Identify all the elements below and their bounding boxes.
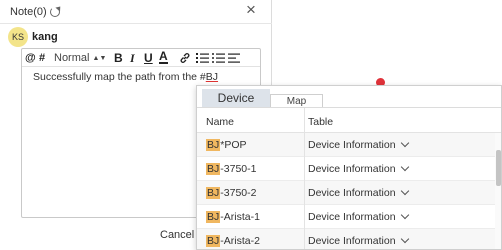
chevron-down-icon [400, 234, 409, 244]
match-highlight: BJ [206, 187, 221, 199]
column-table-header: Table [308, 116, 334, 128]
mention-user-button[interactable]: @ [25, 51, 36, 65]
mention-object-button[interactable]: # [39, 51, 45, 65]
cancel-button[interactable]: Cancel [160, 229, 194, 241]
table-value: Device Information [308, 163, 396, 175]
table-value: Device Information [308, 235, 396, 247]
device-name-rest: -3750-2 [220, 187, 257, 199]
text-color-button[interactable]: A [159, 50, 168, 64]
table-header: Name Table [197, 108, 501, 133]
ordered-list-icon[interactable] [196, 52, 209, 64]
mention-query: BJ [205, 71, 219, 83]
editor-text: Successfully map the path from the # [33, 71, 206, 83]
column-divider [304, 229, 305, 249]
user-name: kang [32, 31, 58, 43]
column-divider [304, 133, 305, 157]
table-select[interactable]: Device Information [308, 138, 409, 151]
match-highlight: BJ [206, 139, 221, 151]
table-row[interactable]: BJ*POP Device Information [197, 133, 501, 157]
table-row[interactable]: BJ-Arista-1 Device Information [197, 205, 501, 229]
table-row[interactable]: BJ-3750-1 Device Information [197, 157, 501, 181]
device-name: BJ-Arista-2 [206, 235, 260, 247]
column-divider [304, 108, 305, 133]
font-size-label: Normal [54, 52, 90, 64]
font-size-select[interactable]: Normal ▲▼ [54, 51, 106, 66]
table-select[interactable]: Device Information [308, 186, 409, 199]
column-divider [304, 205, 305, 229]
underline-button[interactable]: U [144, 51, 153, 65]
table-select[interactable]: Device Information [308, 162, 409, 175]
device-name-rest: -Arista-1 [220, 211, 260, 223]
close-icon[interactable]: × [246, 1, 256, 19]
table-row[interactable]: BJ-3750-2 Device Information [197, 181, 501, 205]
table-value: Device Information [308, 187, 396, 199]
table-select[interactable]: Device Information [308, 234, 409, 247]
updown-icon: ▲▼ [92, 55, 107, 62]
device-name: BJ*POP [206, 139, 247, 151]
device-name: BJ-3750-2 [206, 187, 256, 199]
device-name: BJ-3750-1 [206, 163, 256, 175]
note-header: Note(0) × [0, 0, 272, 24]
column-divider [304, 157, 305, 181]
match-highlight: BJ [206, 235, 221, 247]
mention-dropdown: Device Map Name Table BJ*POP Device Info… [196, 85, 502, 250]
column-name-header: Name [206, 116, 235, 128]
chevron-down-icon [400, 138, 409, 148]
table-value: Device Information [308, 139, 396, 151]
match-highlight: BJ [206, 163, 221, 175]
table-row[interactable]: BJ-Arista-2 Device Information [197, 229, 501, 249]
bullet-list-icon[interactable] [212, 52, 225, 64]
chevron-down-icon [400, 186, 409, 196]
table-body: BJ*POP Device Information BJ-3750-1 Devi… [197, 133, 501, 249]
scrollbar-thumb[interactable] [496, 150, 501, 186]
link-icon[interactable] [179, 52, 191, 64]
editor-toolbar: @ # Normal ▲▼ B I U A [22, 49, 260, 67]
table-value: Device Information [308, 211, 396, 223]
device-name-rest: *POP [220, 139, 247, 151]
mention-tabs: Device Map [197, 86, 501, 108]
refresh-icon[interactable] [50, 7, 60, 17]
table-select[interactable]: Device Information [308, 210, 409, 223]
tab-device[interactable]: Device [202, 89, 270, 108]
match-highlight: BJ [206, 211, 221, 223]
column-divider [304, 181, 305, 205]
italic-button[interactable]: I [130, 51, 135, 65]
chevron-down-icon [400, 162, 409, 172]
device-name-rest: -Arista-2 [220, 235, 260, 247]
bold-button[interactable]: B [114, 51, 123, 65]
note-title: Note(0) [10, 6, 47, 18]
avatar: KS [8, 27, 28, 47]
chevron-down-icon [400, 210, 409, 220]
tab-map[interactable]: Map [270, 94, 323, 108]
editor-content[interactable]: Successfully map the path from the #BJ [33, 71, 218, 83]
device-name-rest: -3750-1 [220, 163, 257, 175]
device-name: BJ-Arista-1 [206, 211, 260, 223]
align-left-icon[interactable] [228, 52, 241, 64]
